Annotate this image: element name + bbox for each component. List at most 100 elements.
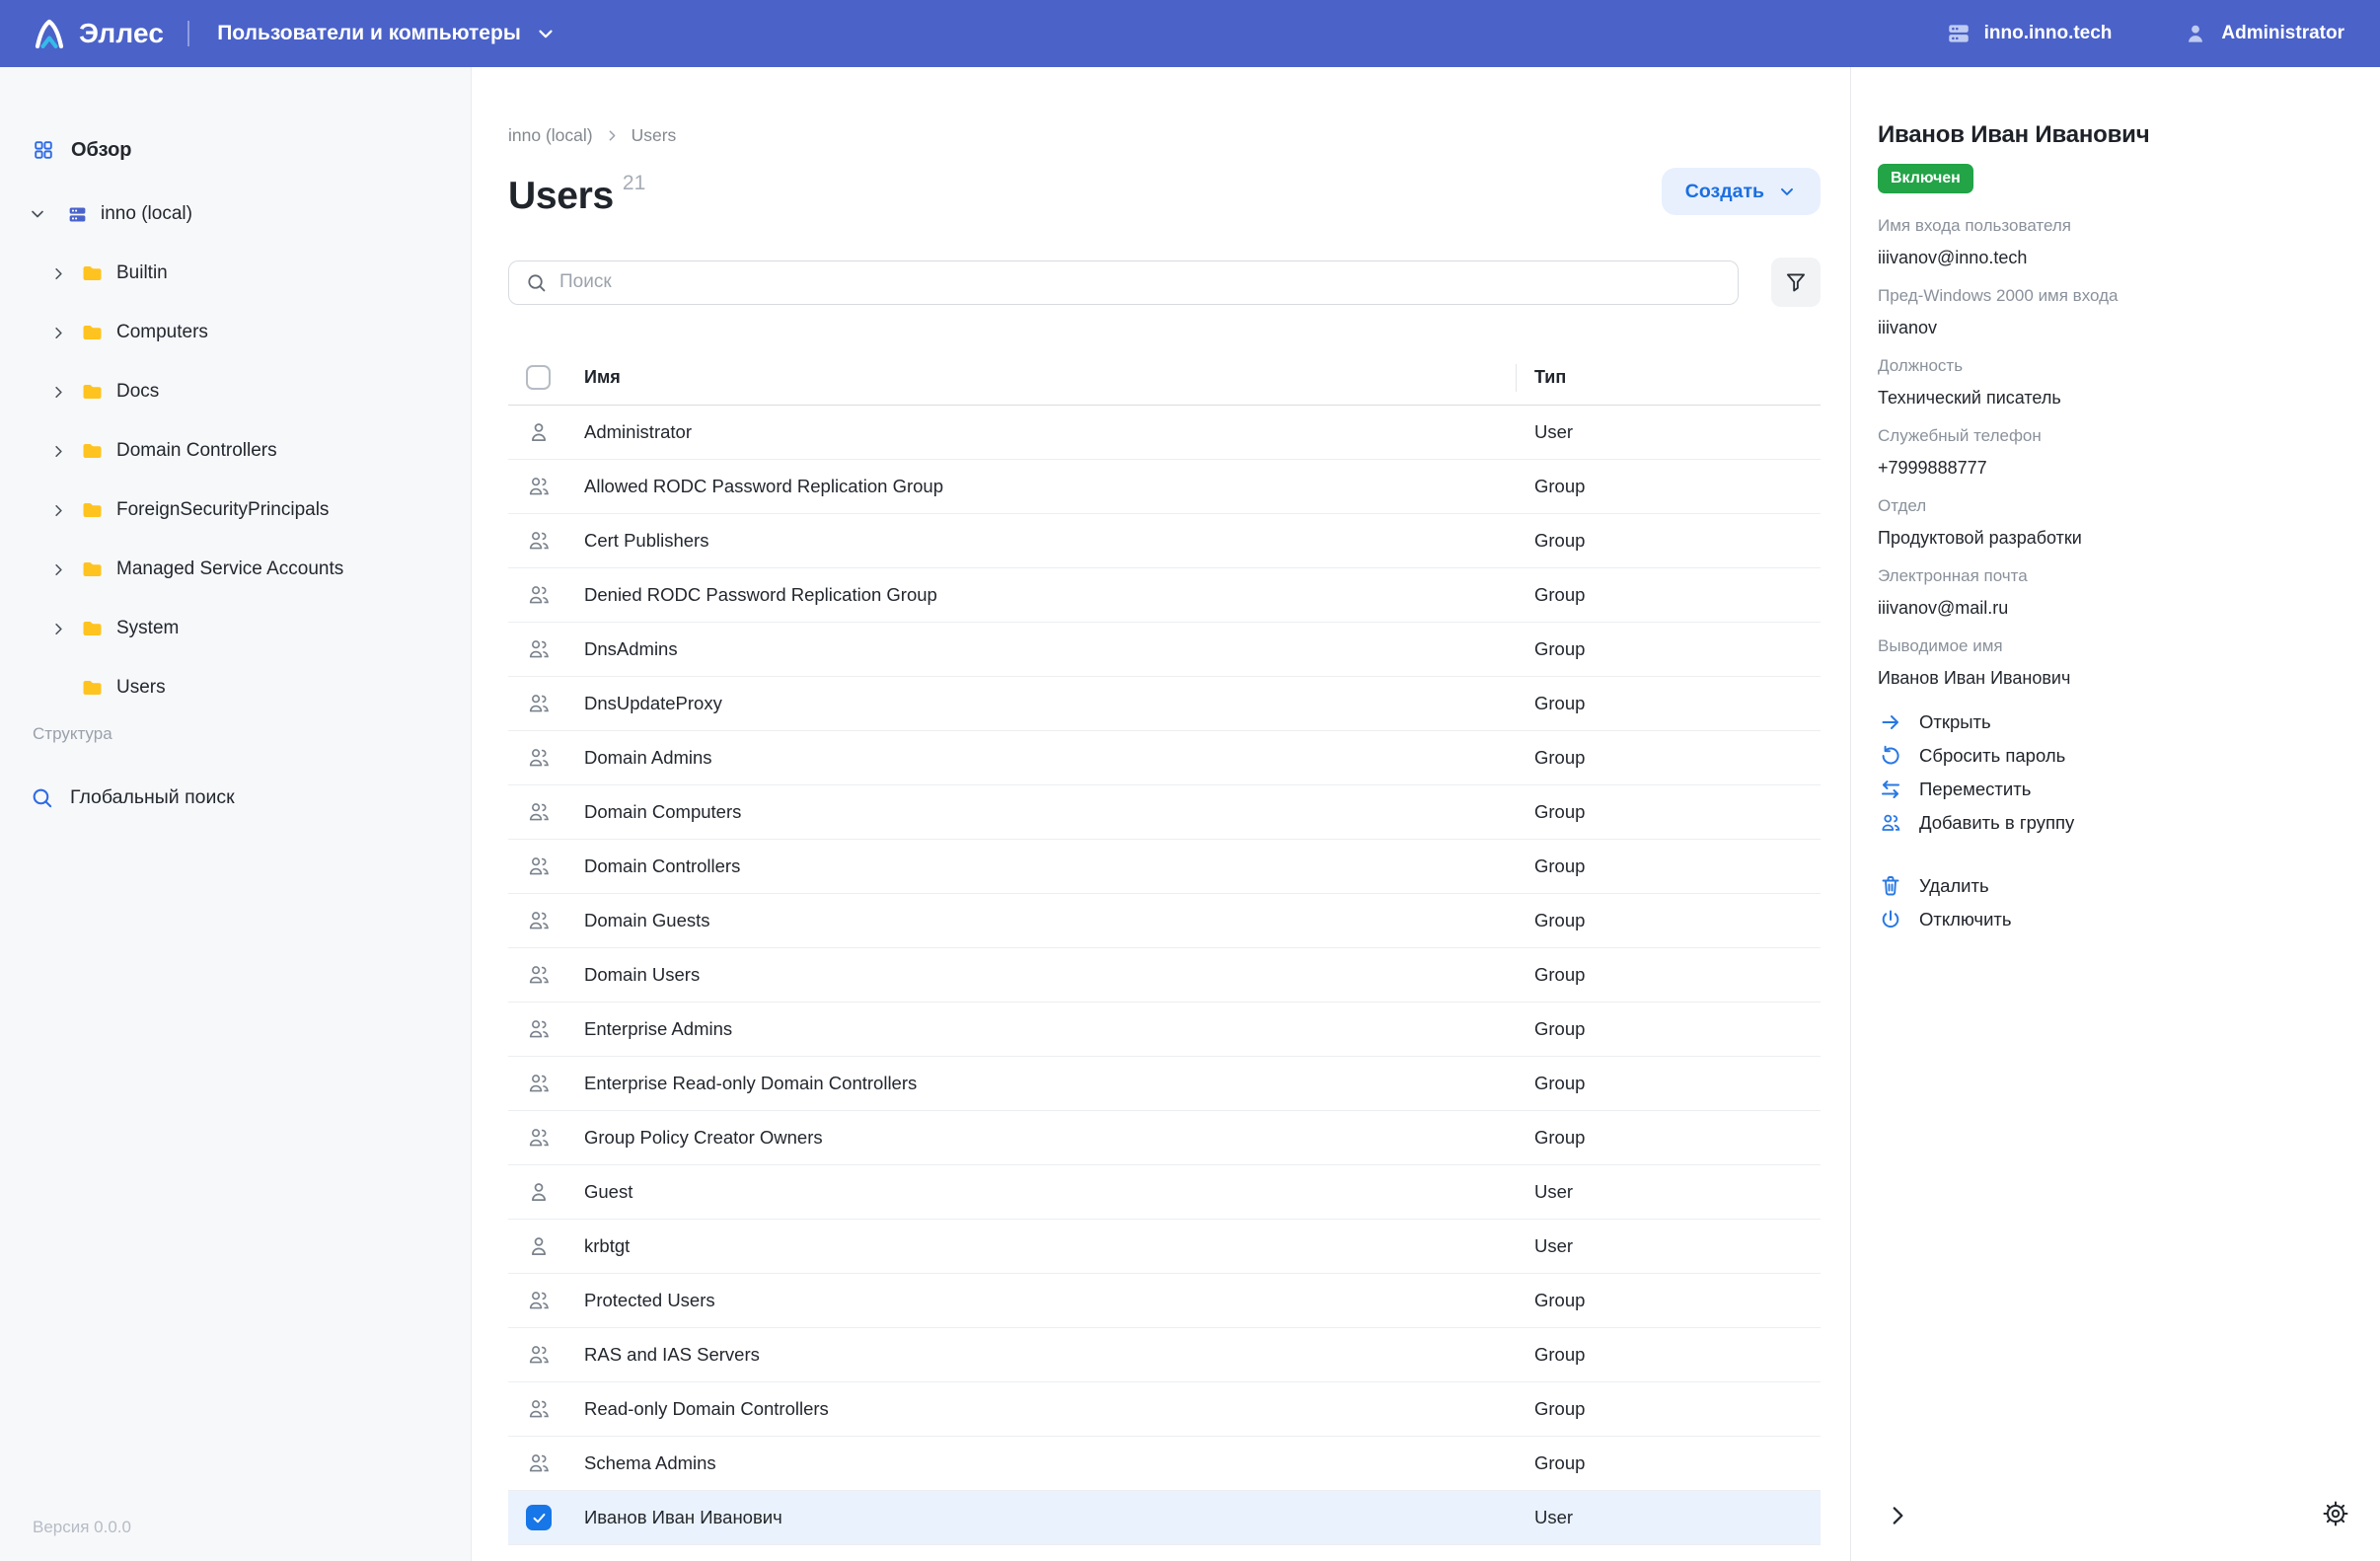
tree-folder-item[interactable]: Users bbox=[0, 658, 471, 717]
row-type: Group bbox=[1517, 964, 1821, 986]
row-type: Group bbox=[1517, 1452, 1821, 1474]
table-row[interactable]: krbtgt User bbox=[508, 1220, 1821, 1274]
table-row[interactable]: Cert Publishers Group bbox=[508, 514, 1821, 568]
action-label: Сбросить пароль bbox=[1919, 745, 2065, 767]
table-row[interactable]: Domain Computers Group bbox=[508, 785, 1821, 840]
table-row[interactable]: Administrator User bbox=[508, 406, 1821, 460]
table-row[interactable]: Domain Controllers Group bbox=[508, 840, 1821, 894]
row-name: Enterprise Read-only Domain Controllers bbox=[584, 1073, 1517, 1094]
sidebar-global-search[interactable]: Глобальный поиск bbox=[30, 780, 471, 814]
row-name: Domain Controllers bbox=[584, 855, 1517, 877]
user-actions: Открыть Сбросить пароль Переместить bbox=[1878, 706, 2356, 936]
tree-folder-item[interactable]: Builtin bbox=[0, 244, 471, 303]
tree-root-inno-local[interactable]: inno (local) bbox=[28, 196, 471, 232]
row-type-glyph bbox=[526, 745, 552, 771]
group-icon bbox=[526, 799, 552, 825]
field-value: iiivanov@mail.ru bbox=[1878, 596, 2356, 620]
row-type: Group bbox=[1517, 584, 1821, 606]
settings-button[interactable] bbox=[2317, 1495, 2354, 1535]
collapse-panel-button[interactable] bbox=[1881, 1499, 1914, 1535]
table-row[interactable]: RAS and IAS Servers Group bbox=[508, 1328, 1821, 1382]
user-icon bbox=[526, 419, 552, 445]
table-row[interactable]: Иванов Иван Иванович User bbox=[508, 1491, 1821, 1545]
row-name: DnsAdmins bbox=[584, 638, 1517, 660]
row-type: Group bbox=[1517, 1344, 1821, 1366]
user-icon bbox=[526, 1179, 552, 1205]
create-button-label: Создать bbox=[1685, 181, 1764, 203]
table-row[interactable]: Schema Admins Group bbox=[508, 1437, 1821, 1491]
group-icon bbox=[526, 1071, 552, 1096]
table-row[interactable]: Read-only Domain Controllers Group bbox=[508, 1382, 1821, 1437]
group-icon bbox=[526, 582, 552, 608]
folder-icon bbox=[80, 558, 104, 581]
row-name: Allowed RODC Password Replication Group bbox=[584, 476, 1517, 497]
table-row[interactable]: Guest User bbox=[508, 1165, 1821, 1220]
tree-folder-item[interactable]: System bbox=[0, 599, 471, 658]
tree-folder-item[interactable]: Docs bbox=[0, 362, 471, 421]
account-menu[interactable]: Administrator bbox=[2183, 21, 2344, 46]
account-label: Administrator bbox=[2221, 23, 2344, 44]
action-disable[interactable]: Отключить bbox=[1878, 903, 2356, 936]
chevron-down-icon bbox=[28, 204, 47, 224]
sidebar: Обзор inno (local) bbox=[0, 67, 472, 1561]
table-row[interactable]: Domain Guests Group bbox=[508, 894, 1821, 948]
table-row[interactable]: Domain Admins Group bbox=[508, 731, 1821, 785]
domain-label: inno.inno.tech bbox=[1984, 23, 2113, 44]
tree-folder-item[interactable]: ForeignSecurityPrincipals bbox=[0, 481, 471, 540]
add-to-group-icon bbox=[1878, 810, 1903, 836]
table-row[interactable]: Group Policy Creator Owners Group bbox=[508, 1111, 1821, 1165]
group-icon bbox=[526, 636, 552, 662]
row-name: Administrator bbox=[584, 421, 1517, 443]
row-checkbox-checked bbox=[526, 1505, 552, 1530]
filter-button[interactable] bbox=[1771, 258, 1821, 307]
action-move[interactable]: Переместить bbox=[1878, 773, 2356, 806]
table-row[interactable]: Protected Users Group bbox=[508, 1274, 1821, 1328]
tree-folder-item[interactable]: Domain Controllers bbox=[0, 421, 471, 481]
sidebar-item-overview[interactable]: Обзор bbox=[33, 132, 471, 168]
domain-indicator[interactable]: inno.inno.tech bbox=[1946, 21, 2113, 46]
table-row[interactable]: DnsUpdateProxy Group bbox=[508, 677, 1821, 731]
user-icon bbox=[526, 1233, 552, 1259]
tree-folder-label: Builtin bbox=[116, 262, 168, 284]
table-row[interactable]: Enterprise Admins Group bbox=[508, 1003, 1821, 1057]
action-add-to-group[interactable]: Добавить в группу bbox=[1878, 806, 2356, 840]
gear-icon bbox=[2321, 1499, 2350, 1528]
action-reset-password[interactable]: Сбросить пароль bbox=[1878, 739, 2356, 773]
group-icon bbox=[526, 962, 552, 988]
row-name: Domain Computers bbox=[584, 801, 1517, 823]
topbar-divider bbox=[187, 21, 189, 46]
tree-folder-item[interactable]: Computers bbox=[0, 303, 471, 362]
row-type-glyph bbox=[526, 1233, 552, 1259]
action-label: Открыть bbox=[1919, 711, 1991, 733]
user-field: Отдел Продуктовой разработки bbox=[1878, 495, 2356, 550]
row-type-glyph bbox=[526, 1016, 552, 1042]
row-type-glyph bbox=[526, 636, 552, 662]
module-switcher[interactable]: Пользователи и компьютеры bbox=[217, 22, 557, 45]
breadcrumb-root[interactable]: inno (local) bbox=[508, 125, 593, 146]
tree-folder-item[interactable]: Managed Service Accounts bbox=[0, 540, 471, 599]
table-row[interactable]: Allowed RODC Password Replication Group … bbox=[508, 460, 1821, 514]
chevron-right-icon bbox=[49, 501, 68, 520]
table-row[interactable]: Denied RODC Password Replication Group G… bbox=[508, 568, 1821, 623]
row-name: Denied RODC Password Replication Group bbox=[584, 584, 1517, 606]
search-input[interactable] bbox=[559, 271, 1722, 293]
row-type: Group bbox=[1517, 747, 1821, 769]
row-type-glyph bbox=[526, 1288, 552, 1313]
field-label: Электронная почта bbox=[1878, 565, 2356, 587]
row-type: User bbox=[1517, 1235, 1821, 1257]
field-value: Продуктовой разработки bbox=[1878, 526, 2356, 550]
row-name: Enterprise Admins bbox=[584, 1018, 1517, 1040]
row-type: Group bbox=[1517, 476, 1821, 497]
create-button[interactable]: Создать bbox=[1662, 168, 1821, 215]
table-row[interactable]: DnsAdmins Group bbox=[508, 623, 1821, 677]
app-logo[interactable]: Эллес bbox=[30, 14, 164, 53]
select-all-checkbox[interactable] bbox=[526, 365, 551, 390]
group-icon bbox=[526, 691, 552, 716]
table-row[interactable]: Enterprise Read-only Domain Controllers … bbox=[508, 1057, 1821, 1111]
action-open[interactable]: Открыть bbox=[1878, 706, 2356, 739]
group-icon bbox=[526, 1288, 552, 1313]
action-delete[interactable]: Удалить bbox=[1878, 869, 2356, 903]
action-label: Удалить bbox=[1919, 875, 1989, 897]
search-icon bbox=[525, 271, 548, 294]
table-row[interactable]: Domain Users Group bbox=[508, 948, 1821, 1003]
